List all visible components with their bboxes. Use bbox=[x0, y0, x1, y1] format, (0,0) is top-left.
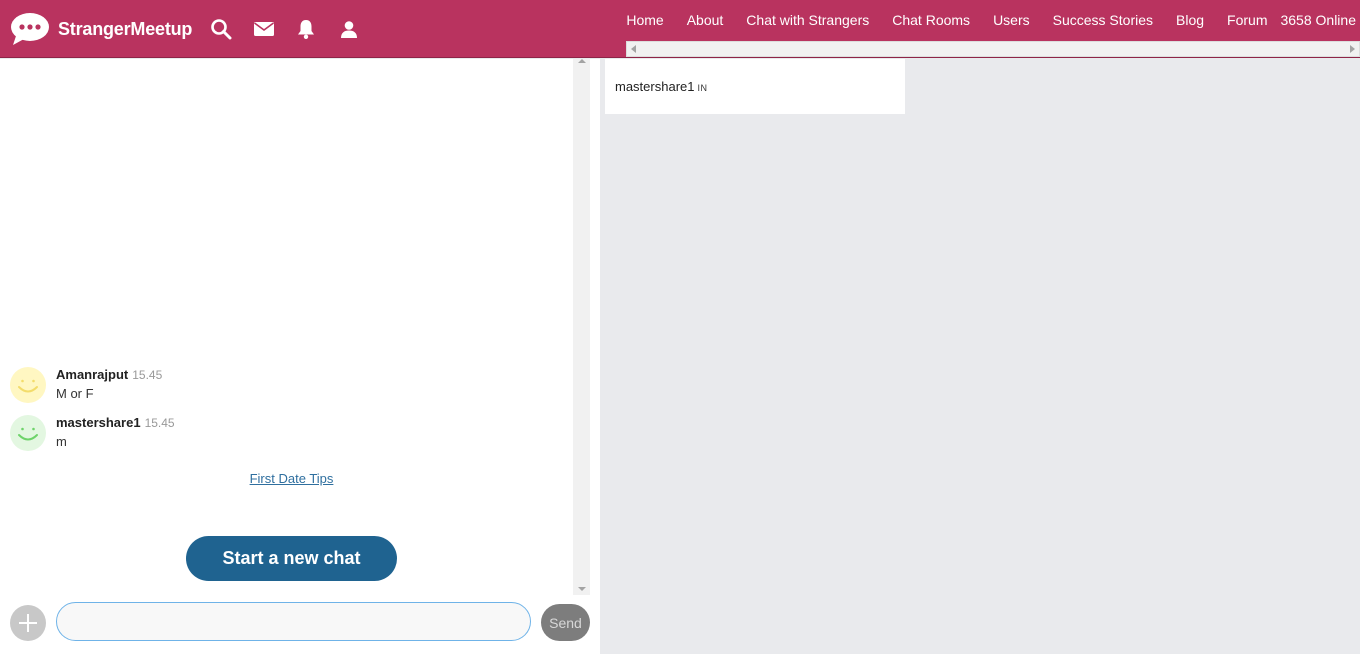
chat-panel: Amanrajput 15.45 M or F mastershare1 15.45… bbox=[0, 59, 600, 654]
main-nav: Home About Chat with Strangers Chat Room… bbox=[626, 0, 1360, 40]
smiley-avatar-icon bbox=[10, 415, 46, 451]
send-button[interactable]: Send bbox=[541, 604, 590, 641]
online-count: 3658 Online bbox=[1280, 12, 1356, 28]
message-author: mastershare1 15.45 bbox=[56, 415, 175, 430]
message-time: 15.45 bbox=[144, 416, 175, 430]
partner-username[interactable]: mastershare1 IN bbox=[615, 79, 707, 94]
brand[interactable]: StrangerMeetup bbox=[10, 12, 192, 46]
message-author: Amanrajput 15.45 bbox=[56, 367, 163, 382]
chat-bubble-logo-icon bbox=[10, 12, 50, 46]
nav-horizontal-scrollbar[interactable] bbox=[626, 41, 1360, 57]
chat-partner-card: mastershare1 IN bbox=[605, 59, 905, 114]
smiley-avatar-icon bbox=[10, 367, 46, 403]
scroll-left-arrow-icon[interactable] bbox=[631, 45, 636, 53]
partner-country: IN bbox=[697, 83, 708, 93]
top-header: StrangerMeetup Home About Chat with Stra… bbox=[0, 0, 1360, 58]
mail-icon[interactable] bbox=[253, 16, 296, 42]
message-text: m bbox=[56, 434, 67, 449]
message-time: 15.45 bbox=[132, 368, 163, 382]
nav-chat-rooms[interactable]: Chat Rooms bbox=[892, 12, 970, 28]
bell-icon[interactable] bbox=[296, 16, 339, 42]
nav-users[interactable]: Users bbox=[993, 12, 1030, 28]
start-new-chat-button[interactable]: Start a new chat bbox=[186, 536, 397, 581]
scroll-up-arrow-icon[interactable] bbox=[578, 59, 586, 63]
search-icon[interactable] bbox=[210, 16, 253, 42]
nav-blog[interactable]: Blog bbox=[1176, 12, 1204, 28]
chat-message: Amanrajput 15.45 M or F bbox=[10, 367, 560, 407]
scroll-right-arrow-icon[interactable] bbox=[1350, 45, 1355, 53]
nav-about[interactable]: About bbox=[687, 12, 724, 28]
nav-forum[interactable]: Forum bbox=[1227, 12, 1267, 28]
header-icons bbox=[210, 16, 382, 42]
chat-message: mastershare1 15.45 m bbox=[10, 415, 560, 455]
scroll-down-arrow-icon[interactable] bbox=[578, 587, 586, 591]
nav-home[interactable]: Home bbox=[626, 12, 663, 28]
add-attachment-button[interactable] bbox=[10, 605, 46, 641]
first-date-tips: First Date Tips bbox=[0, 471, 583, 486]
nav-chat-with-strangers[interactable]: Chat with Strangers bbox=[746, 12, 869, 28]
chat-vertical-scrollbar[interactable] bbox=[573, 59, 590, 595]
message-text: M or F bbox=[56, 386, 94, 401]
message-input[interactable] bbox=[56, 602, 531, 641]
first-date-tips-link[interactable]: First Date Tips bbox=[250, 471, 334, 486]
user-icon[interactable] bbox=[339, 16, 382, 42]
nav-success-stories[interactable]: Success Stories bbox=[1053, 12, 1153, 28]
brand-name: StrangerMeetup bbox=[58, 18, 193, 39]
